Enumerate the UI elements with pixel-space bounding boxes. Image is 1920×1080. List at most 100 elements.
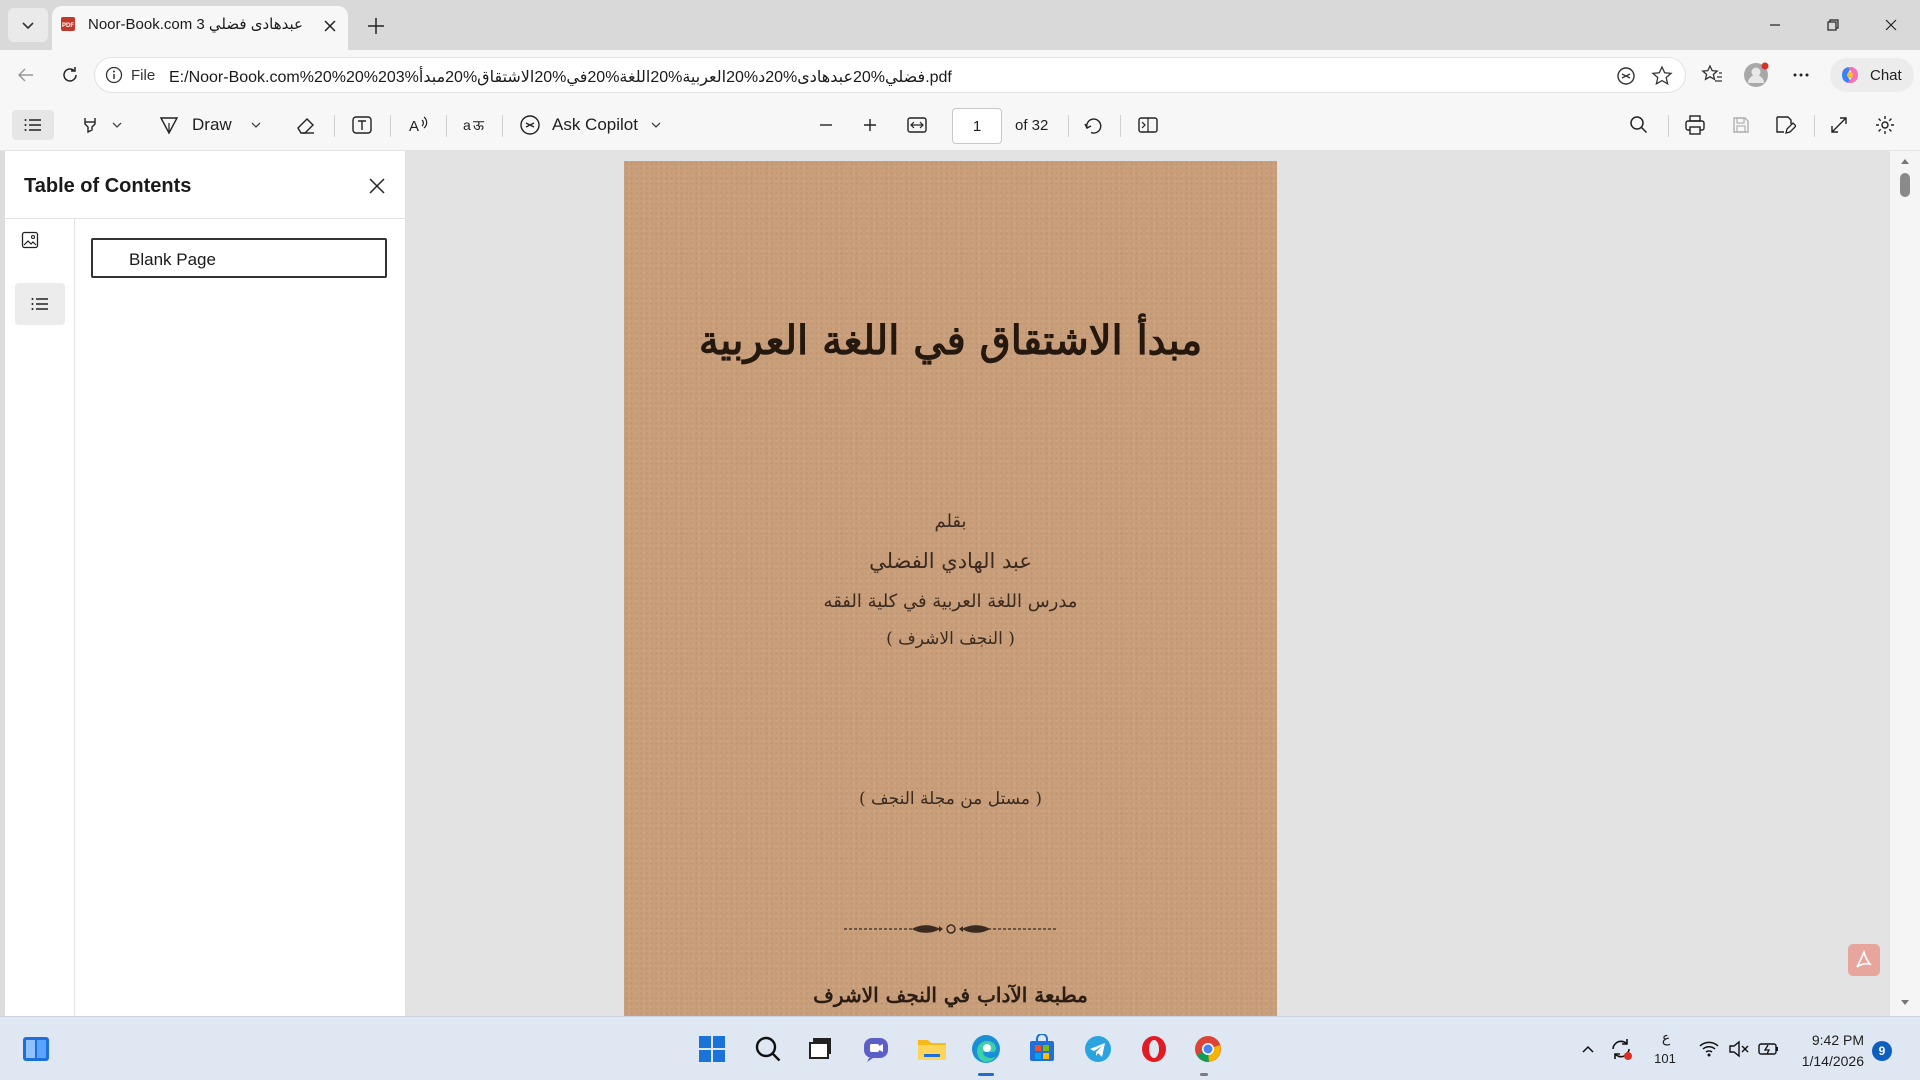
chevron-down-icon [251, 122, 261, 128]
draw-button[interactable]: Draw [158, 110, 270, 140]
url-text[interactable]: E:/Noor-Book.com%20%20%203%فضلي%20عبدهاد… [169, 67, 952, 87]
acrobat-icon [1856, 949, 1873, 968]
more-dots-icon [1793, 73, 1809, 77]
close-window-button[interactable] [1868, 10, 1914, 40]
save-button[interactable] [1724, 110, 1758, 140]
volume-button[interactable] [1722, 1031, 1756, 1067]
highlight-button[interactable] [74, 110, 130, 140]
active-app-indicator [978, 1073, 994, 1076]
copilot-chat-button[interactable]: Chat [1830, 58, 1914, 92]
gear-icon [1876, 116, 1894, 134]
taskbar-search-button[interactable] [750, 1031, 786, 1067]
close-panel-button[interactable] [360, 169, 394, 203]
show-hidden-icons-button[interactable] [1572, 1031, 1604, 1067]
back-button[interactable] [10, 59, 42, 91]
toolbar-divider [1814, 115, 1815, 137]
thumbnails-tab[interactable] [21, 231, 71, 271]
profile-button[interactable] [1740, 59, 1772, 91]
toc-toggle-button[interactable] [12, 110, 54, 140]
favorite-star-icon[interactable] [1651, 65, 1673, 87]
panel-tab-rail [5, 219, 75, 1016]
opera-button[interactable] [1136, 1031, 1172, 1067]
restore-button[interactable] [1810, 10, 1856, 40]
translate-icon: aऊ [463, 117, 485, 134]
file-explorer-button[interactable] [914, 1031, 950, 1067]
minimize-button[interactable] [1752, 10, 1798, 40]
page-view-button[interactable] [1130, 110, 1166, 140]
add-text-button[interactable] [344, 110, 380, 140]
widgets-button[interactable] [18, 1031, 54, 1067]
clock-time[interactable]: 9:42 PM [1792, 1032, 1864, 1048]
chrome-button[interactable] [1190, 1031, 1226, 1067]
find-button[interactable] [1622, 110, 1656, 140]
acrobat-badge[interactable] [1848, 944, 1880, 976]
print-icon [1685, 115, 1705, 135]
svg-text:A: A [409, 118, 419, 135]
page-count: of 32 [1015, 117, 1049, 134]
fullscreen-button[interactable] [1822, 110, 1856, 140]
chevron-down-icon [651, 122, 661, 128]
edge-button[interactable] [968, 1031, 1004, 1067]
tab-search-button[interactable] [8, 8, 48, 42]
close-icon [1885, 19, 1897, 31]
task-view-button[interactable] [802, 1031, 838, 1067]
pdf-icon: PDF [61, 17, 75, 31]
address-bar[interactable]: File E:/Noor-Book.com%20%20%203%فضلي%20ع… [94, 57, 1686, 93]
text-box-icon [352, 116, 372, 134]
edge-icon [972, 1035, 1000, 1063]
toolbar-divider [1668, 115, 1669, 137]
rotate-icon [1084, 118, 1102, 134]
telegram-button[interactable] [1080, 1031, 1116, 1067]
toc-item[interactable]: Blank Page [91, 238, 387, 278]
tab-title: Noor-Book.com عبدهادى فضلي 3 [88, 16, 303, 33]
zoom-out-button[interactable] [810, 110, 842, 140]
toolbar-divider [1068, 115, 1069, 137]
search-icon [755, 1036, 781, 1062]
svg-text:a: a [463, 117, 471, 133]
ornament-divider [844, 924, 1058, 934]
url-scheme-label: File [131, 67, 156, 84]
arrow-left-icon [17, 68, 33, 82]
pdf-toolbar: Draw A aऊ Ask Copilot 1 of 32 [0, 100, 1920, 151]
new-tab-button[interactable] [360, 12, 392, 40]
clock-date[interactable]: 1/14/2026 [1792, 1053, 1864, 1069]
favorites-button[interactable] [1696, 59, 1728, 91]
battery-charging-icon [1758, 1043, 1778, 1055]
notification-badge[interactable]: 9 [1872, 1041, 1892, 1061]
input-language-top[interactable]: ع [1656, 1029, 1676, 1046]
eraser-icon [297, 118, 314, 134]
settings-button[interactable] [1868, 110, 1902, 140]
scroll-thumb[interactable] [1900, 173, 1910, 197]
copilot-vision-icon[interactable] [1615, 65, 1637, 87]
teams-button[interactable] [858, 1031, 894, 1067]
contents-tab[interactable] [15, 283, 65, 325]
read-aloud-button[interactable]: A [400, 110, 436, 140]
page-number-input[interactable]: 1 [952, 108, 1002, 144]
pen-draw-icon [159, 117, 179, 135]
fit-width-button[interactable] [900, 110, 934, 140]
rotate-button[interactable] [1076, 110, 1110, 140]
battery-button[interactable] [1752, 1031, 1786, 1067]
translate-button[interactable]: aऊ [456, 110, 492, 140]
refresh-button[interactable] [54, 59, 86, 91]
ask-copilot-button[interactable]: Ask Copilot [518, 110, 678, 140]
vertical-scrollbar[interactable] [1890, 151, 1920, 1016]
print-button[interactable] [1678, 110, 1712, 140]
sync-status-button[interactable] [1604, 1031, 1638, 1067]
start-button[interactable] [694, 1031, 730, 1067]
network-button[interactable] [1692, 1031, 1726, 1067]
zoom-in-button[interactable] [854, 110, 886, 140]
list-icon [31, 298, 48, 310]
input-language-bottom[interactable]: 101 [1650, 1051, 1680, 1066]
sync-icon [1612, 1039, 1632, 1060]
tab-close-button[interactable] [318, 14, 342, 38]
image-icon [21, 231, 39, 249]
draw-label: Draw [192, 115, 232, 134]
restore-icon [1827, 19, 1839, 31]
more-options-button[interactable] [1785, 59, 1817, 91]
minimize-icon [1770, 24, 1780, 26]
save-as-button[interactable] [1768, 110, 1802, 140]
pdf-viewer[interactable]: مبدأ الاشتقاق في اللغة العربية بقلم عبد … [406, 151, 1890, 1016]
erase-button[interactable] [290, 110, 322, 140]
microsoft-store-button[interactable] [1024, 1031, 1060, 1067]
